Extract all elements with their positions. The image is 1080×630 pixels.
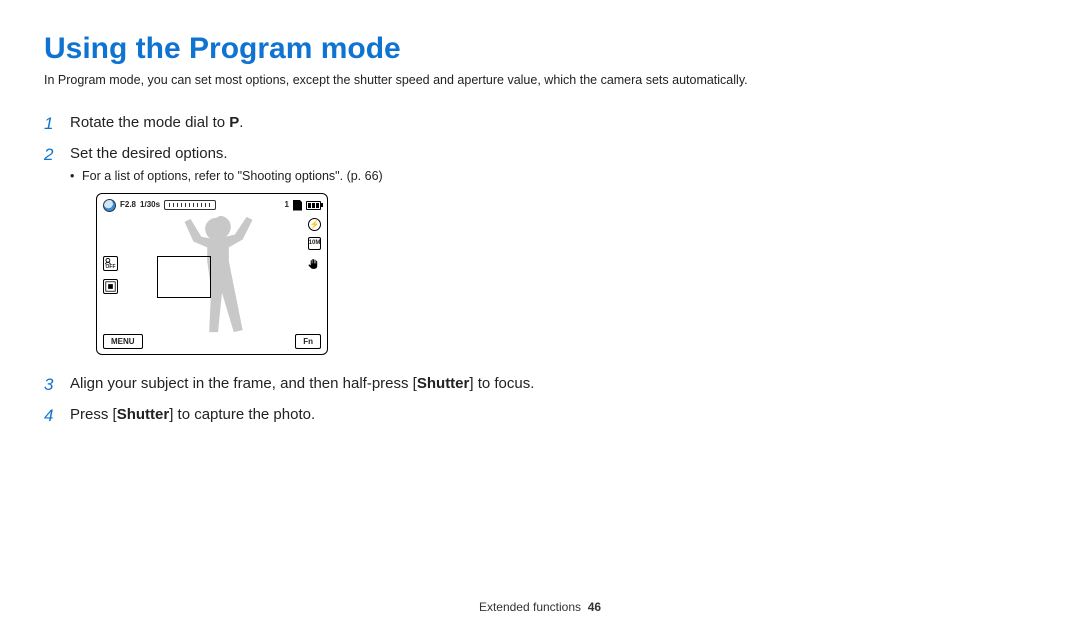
sd-card-icon	[293, 200, 302, 211]
step-4-post: ] to capture the photo.	[169, 406, 315, 423]
step-1: 1 Rotate the mode dial to P.	[44, 112, 1036, 133]
page-footer: Extended functions 46	[0, 600, 1080, 614]
ois-icon	[308, 256, 321, 269]
battery-icon	[306, 201, 321, 210]
footer-page-number: 46	[588, 600, 601, 614]
fn-button-label: Fn	[295, 334, 321, 349]
step-4-pre: Press [	[70, 406, 117, 423]
step-2: 2 Set the desired options. For a list of…	[44, 143, 1036, 356]
menu-button-label: MENU	[103, 334, 143, 349]
shutter-value: 1/30s	[140, 199, 160, 210]
intro-text: In Program mode, you can set most option…	[44, 72, 1036, 90]
step-3-post: ] to focus.	[469, 375, 534, 392]
aperture-value: F2.8	[120, 199, 136, 210]
step-1-text-pre: Rotate the mode dial to	[70, 114, 229, 131]
shutter-key: Shutter	[417, 375, 470, 392]
step-3-pre: Align your subject in the frame, and the…	[70, 375, 417, 392]
mode-letter-p: P	[229, 114, 239, 131]
step-number: 1	[44, 112, 53, 136]
step-number: 3	[44, 373, 53, 397]
page-title: Using the Program mode	[44, 32, 1036, 66]
step-number: 2	[44, 143, 53, 167]
face-detect-off-icon: OFF	[103, 256, 118, 271]
step-1-text-post: .	[239, 114, 243, 131]
shots-remaining: 1	[285, 199, 289, 210]
step-number: 4	[44, 404, 53, 428]
step-list: 1 Rotate the mode dial to P. 2 Set the d…	[44, 112, 1036, 426]
mode-icon	[103, 199, 116, 212]
lcd-illustration: F2.8 1/30s 1 ⚡ 10M	[96, 193, 1036, 355]
footer-section: Extended functions	[479, 600, 581, 614]
shutter-key: Shutter	[117, 406, 170, 423]
af-frame-icon	[157, 256, 211, 298]
step-4: 4 Press [Shutter] to capture the photo.	[44, 404, 1036, 425]
ev-scale-icon	[164, 200, 216, 210]
step-2-text: Set the desired options.	[70, 145, 228, 162]
step-2-subtext: For a list of options, refer to "Shootin…	[70, 168, 1036, 186]
resolution-icon: 10M	[308, 237, 321, 250]
step-3: 3 Align your subject in the frame, and t…	[44, 373, 1036, 394]
flash-icon: ⚡	[308, 218, 321, 231]
metering-icon	[103, 279, 118, 294]
